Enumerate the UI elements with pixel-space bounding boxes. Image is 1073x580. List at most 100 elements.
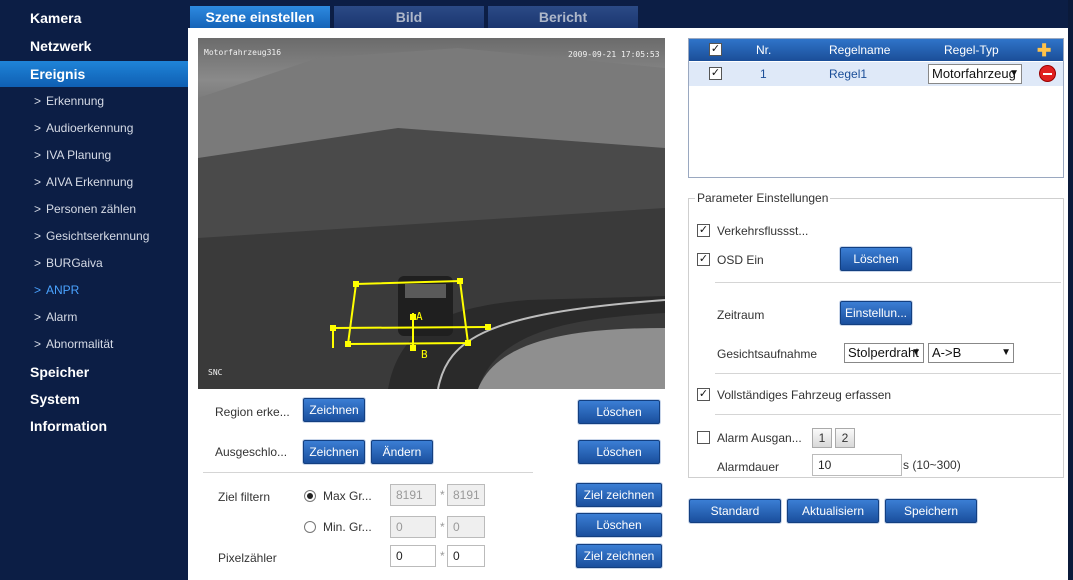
camera-scene bbox=[198, 48, 665, 389]
sidebar-sub-label: IVA Planung bbox=[46, 148, 112, 162]
sidebar-sub-label: AIVA Erkennung bbox=[46, 175, 134, 189]
sidebar-sub-audioerkennung[interactable]: > Audioerkennung bbox=[0, 115, 188, 141]
osd-label: OSD Ein bbox=[717, 253, 764, 267]
sidebar-sub-erkennung[interactable]: > Erkennung bbox=[0, 88, 188, 114]
face-capture-label: Gesichtsaufnahme bbox=[717, 347, 818, 361]
alarm-output-2[interactable]: 2 bbox=[835, 428, 855, 448]
row-nr: 1 bbox=[760, 67, 767, 81]
parameter-legend: Parameter Einstellungen bbox=[695, 191, 831, 205]
refresh-button[interactable]: Aktualisiern bbox=[787, 499, 879, 523]
chevron-right-icon: > bbox=[34, 175, 42, 189]
col-name: Regelname bbox=[829, 43, 891, 57]
chevron-right-icon: > bbox=[34, 337, 42, 351]
sidebar-sub-abnormalitaet[interactable]: > Abnormalität bbox=[0, 331, 188, 357]
divider bbox=[203, 472, 533, 473]
max-size-radio[interactable] bbox=[304, 490, 316, 502]
tab-bar: Szene einstellen Bild Bericht bbox=[188, 0, 1068, 28]
sidebar-sub-personen-zaehlen[interactable]: > Personen zählen bbox=[0, 196, 188, 222]
excluded-label: Ausgeschlo... bbox=[215, 445, 288, 459]
chevron-right-icon: > bbox=[34, 121, 42, 135]
sidebar-sub-aiva-erkennung[interactable]: > AIVA Erkennung bbox=[0, 169, 188, 195]
sidebar-item-information[interactable]: Information bbox=[0, 413, 188, 439]
row-checkbox[interactable]: ✓ bbox=[709, 67, 722, 80]
max-size-label: Max Gr... bbox=[323, 489, 372, 503]
sidebar-sub-label: Erkennung bbox=[46, 94, 105, 108]
video-preview[interactable]: Motorfahrzeug316 2009-09-21 17:05:53 SNC… bbox=[198, 38, 665, 389]
times-sign: * bbox=[440, 488, 445, 502]
region-draw-button[interactable]: Zeichnen bbox=[303, 398, 365, 422]
sidebar-sub-label: Alarm bbox=[46, 310, 78, 324]
sidebar-item-netzwerk[interactable]: Netzwerk bbox=[0, 33, 188, 59]
sidebar-sub-label: Abnormalität bbox=[46, 337, 114, 351]
osd-checkbox[interactable]: ✓ bbox=[697, 253, 710, 266]
sidebar-item-ereignis[interactable]: Ereignis bbox=[0, 61, 188, 87]
alarm-duration-input[interactable]: 10 bbox=[812, 454, 902, 476]
pixel-counter-label: Pixelzähler bbox=[218, 551, 277, 565]
delete-rule-icon[interactable] bbox=[1039, 65, 1056, 82]
filter-delete-button[interactable]: Löschen bbox=[576, 513, 662, 537]
col-type: Regel-Typ bbox=[944, 43, 999, 57]
full-vehicle-label: Vollständiges Fahrzeug erfassen bbox=[717, 388, 892, 402]
face-capture-select[interactable]: Stolperdraht ▼ bbox=[844, 343, 924, 363]
chevron-right-icon: > bbox=[34, 94, 42, 108]
min-width-input[interactable]: 0 bbox=[390, 516, 436, 538]
col-nr: Nr. bbox=[756, 43, 772, 57]
chevron-down-icon: ▼ bbox=[1001, 347, 1011, 358]
save-button[interactable]: Speichern bbox=[885, 499, 977, 523]
alarm-output-checkbox[interactable] bbox=[697, 431, 710, 444]
traffic-flow-label: Verkehrsflussst... bbox=[717, 224, 809, 238]
video-corner-label: SNC bbox=[208, 368, 223, 377]
pixel-draw-target-button[interactable]: Ziel zeichnen bbox=[576, 544, 662, 568]
period-settings-button[interactable]: Einstellun... bbox=[840, 301, 912, 325]
sidebar-sub-alarm[interactable]: > Alarm bbox=[0, 304, 188, 330]
min-height-input[interactable]: 0 bbox=[447, 516, 485, 538]
alarm-output-1[interactable]: 1 bbox=[812, 428, 832, 448]
pixel-height-input[interactable]: 0 bbox=[447, 545, 485, 567]
standard-button[interactable]: Standard bbox=[689, 499, 781, 523]
rule-type-select[interactable]: Motorfahrzeug ▼ bbox=[928, 64, 1022, 84]
alarm-duration-label: Alarmdauer bbox=[717, 460, 780, 474]
traffic-flow-checkbox[interactable]: ✓ bbox=[697, 224, 710, 237]
select-all-checkbox[interactable]: ✓ bbox=[709, 43, 722, 56]
add-rule-icon[interactable]: ✚ bbox=[1037, 41, 1051, 61]
sidebar-sub-gesichtserkennung[interactable]: > Gesichtserkennung bbox=[0, 223, 188, 249]
sidebar-sub-label: ANPR bbox=[46, 283, 80, 297]
direction-select[interactable]: A->B ▼ bbox=[928, 343, 1014, 363]
table-row[interactable]: ✓ 1 Regel1 Motorfahrzeug ▼ bbox=[689, 62, 1063, 86]
draw-target-button[interactable]: Ziel zeichnen bbox=[576, 483, 662, 507]
sidebar-sub-anpr[interactable]: > ANPR bbox=[0, 277, 188, 303]
times-sign: * bbox=[440, 549, 445, 563]
alarm-output-label: Alarm Ausgan... bbox=[717, 431, 802, 445]
sidebar-sub-label: BURGaiva bbox=[46, 256, 103, 270]
sidebar-item-kamera[interactable]: Kamera bbox=[0, 5, 188, 31]
region-label: Region erke... bbox=[215, 405, 290, 419]
max-height-input[interactable]: 8191 bbox=[447, 484, 485, 506]
excluded-delete-button[interactable]: Löschen bbox=[578, 440, 660, 464]
excluded-change-button[interactable]: Ändern bbox=[371, 440, 433, 464]
tab-bericht[interactable]: Bericht bbox=[488, 6, 638, 28]
pixel-width-input[interactable]: 0 bbox=[390, 545, 436, 567]
chevron-right-icon: > bbox=[34, 148, 42, 162]
chevron-right-icon: > bbox=[34, 202, 42, 216]
sidebar-sub-iva-planung[interactable]: > IVA Planung bbox=[0, 142, 188, 168]
max-width-input[interactable]: 8191 bbox=[390, 484, 436, 506]
excluded-draw-button[interactable]: Zeichnen bbox=[303, 440, 365, 464]
tab-szene-einstellen[interactable]: Szene einstellen bbox=[190, 6, 330, 28]
parameter-settings: Parameter Einstellungen ✓ Verkehrsflusss… bbox=[688, 191, 1064, 478]
sidebar-sub-label: Personen zählen bbox=[46, 202, 137, 216]
min-size-radio[interactable] bbox=[304, 521, 316, 533]
osd-delete-button[interactable]: Löschen bbox=[840, 247, 912, 271]
row-name: Regel1 bbox=[829, 67, 868, 81]
sidebar-item-speicher[interactable]: Speicher bbox=[0, 359, 188, 385]
sidebar-item-system[interactable]: System bbox=[0, 386, 188, 412]
chevron-down-icon: ▼ bbox=[1009, 68, 1019, 79]
chevron-right-icon: > bbox=[34, 310, 42, 324]
alarm-duration-range: s (10~300) bbox=[903, 458, 961, 472]
full-vehicle-checkbox[interactable]: ✓ bbox=[697, 388, 710, 401]
sidebar-sub-label: Audioerkennung bbox=[46, 121, 134, 135]
tab-bild[interactable]: Bild bbox=[334, 6, 484, 28]
region-delete-button[interactable]: Löschen bbox=[578, 400, 660, 424]
sidebar-sub-burgaiva[interactable]: > BURGaiva bbox=[0, 250, 188, 276]
sidebar: Kamera Netzwerk Ereignis > Erkennung > Aud… bbox=[0, 0, 188, 580]
rules-table-header: ✓ Nr. Regelname Regel-Typ ✚ bbox=[689, 39, 1063, 61]
